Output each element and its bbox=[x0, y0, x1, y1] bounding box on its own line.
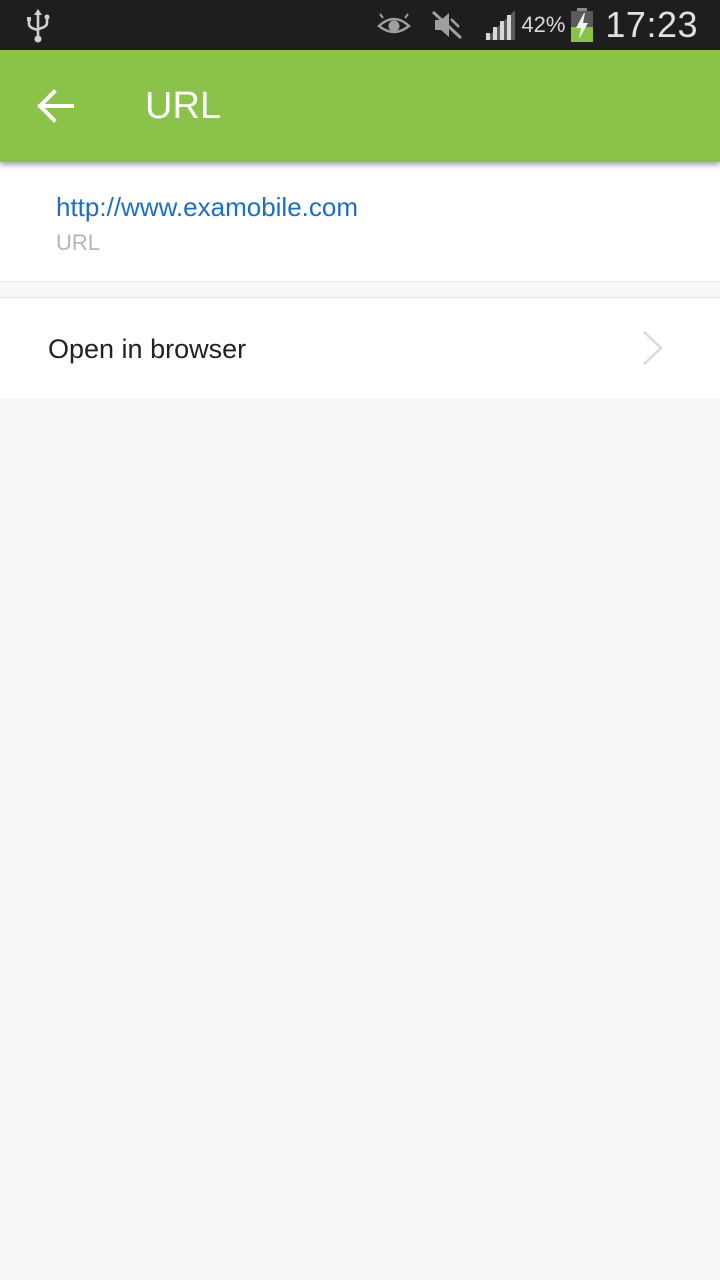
battery-charging-icon bbox=[571, 8, 594, 42]
battery-percent: 42% bbox=[521, 12, 566, 37]
open-in-browser-label: Open in browser bbox=[48, 334, 247, 364]
usb-icon bbox=[27, 9, 50, 43]
status-icons: 42% 17:23 bbox=[377, 0, 698, 50]
url-caption: URL bbox=[56, 230, 101, 255]
url-link[interactable]: http://www.examobile.com bbox=[56, 190, 358, 224]
signal-icon bbox=[485, 10, 516, 40]
open-in-browser-button[interactable]: Open in browser bbox=[0, 297, 720, 399]
status-bar: 42% 17:23 bbox=[0, 0, 720, 50]
chevron-right-icon bbox=[643, 331, 663, 365]
eye-icon bbox=[377, 13, 412, 34]
clock: 17:23 bbox=[605, 4, 698, 45]
back-arrow-icon[interactable] bbox=[34, 86, 78, 126]
mute-icon bbox=[432, 10, 463, 40]
page-title: URL bbox=[145, 85, 222, 127]
app-bar: URL bbox=[0, 50, 720, 162]
url-card: http://www.examobile.com URL bbox=[0, 162, 720, 282]
